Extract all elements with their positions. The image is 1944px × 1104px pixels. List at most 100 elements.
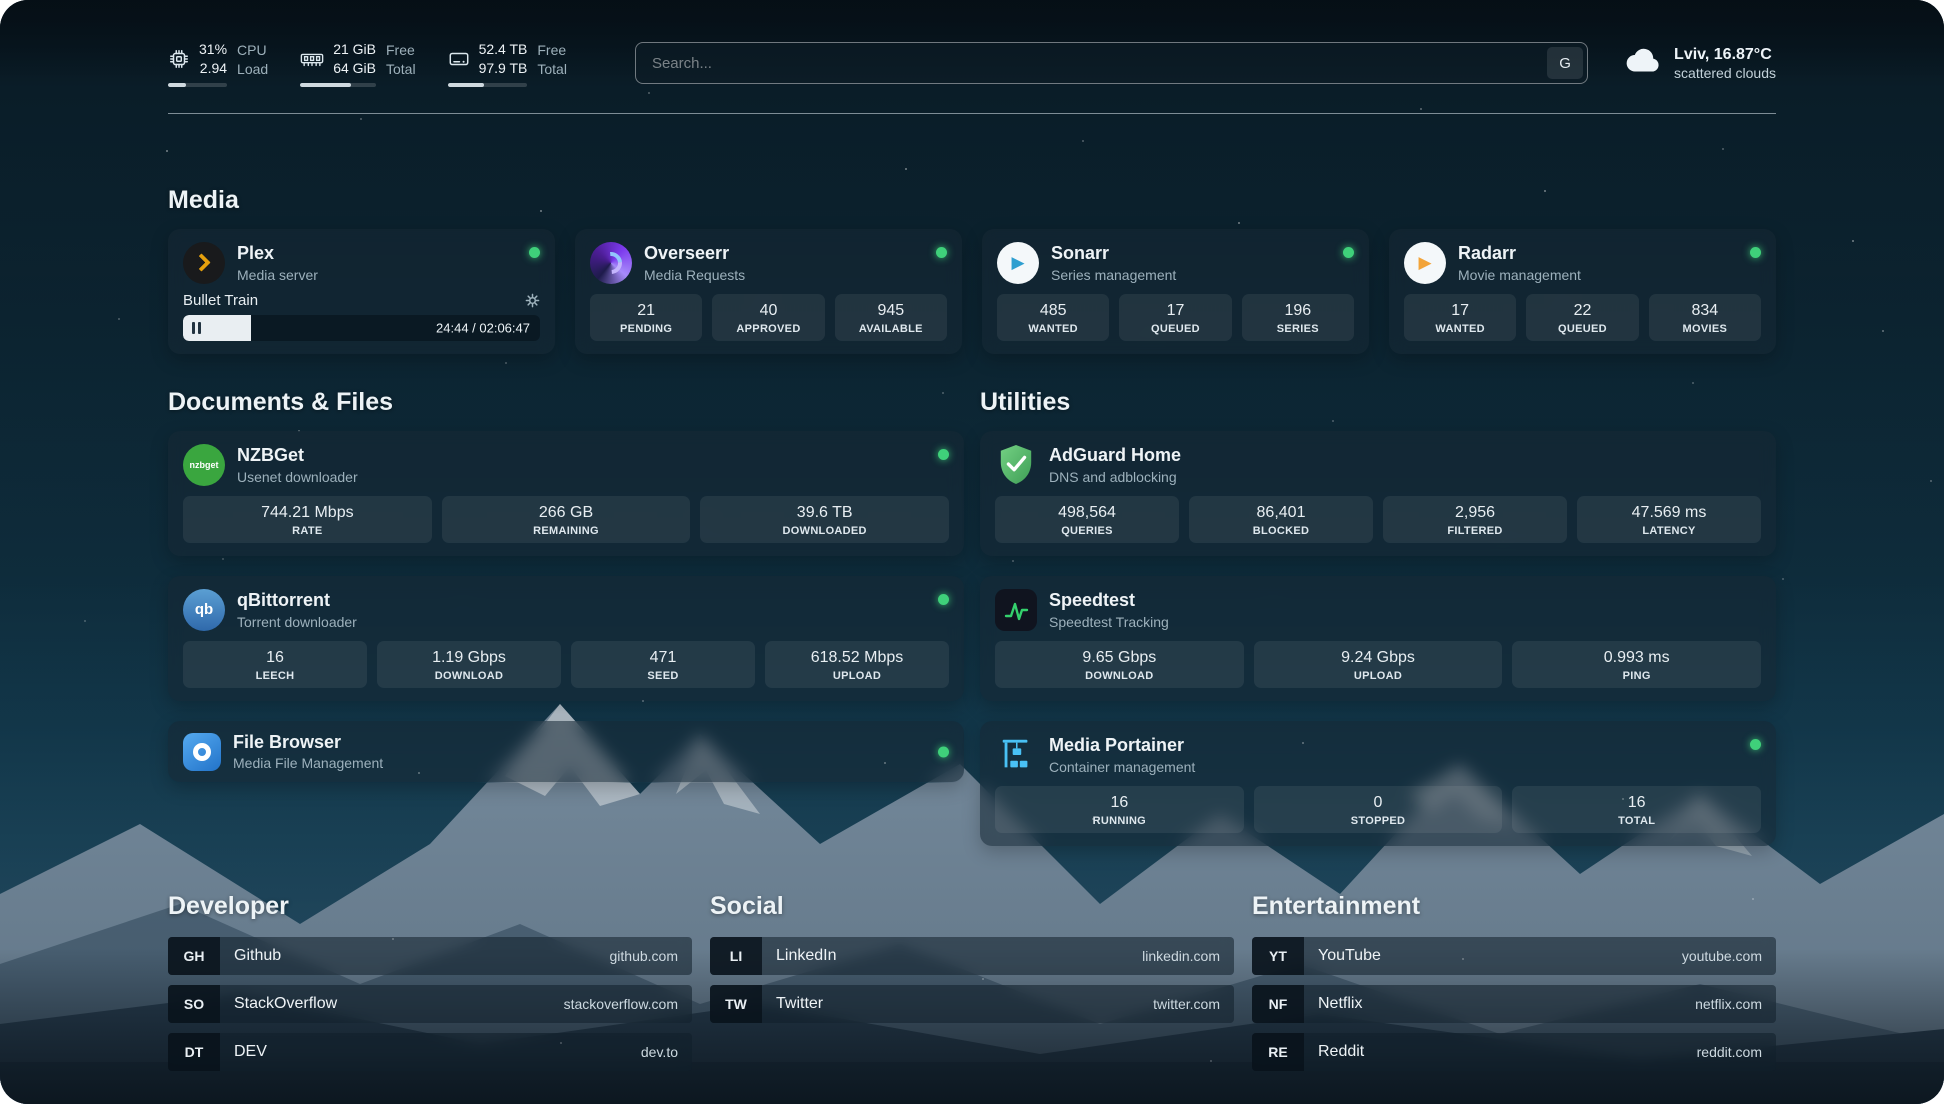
memory-label-top: Free [386, 41, 416, 60]
memory-label-bottom: Total [386, 60, 416, 79]
pause-icon[interactable] [192, 322, 201, 334]
app-card[interactable]: Plex Media server Bullet Train 24:44 / 0… [168, 229, 555, 354]
stat-value: 17 [1408, 301, 1512, 321]
bookmark-rows: LI LinkedIn linkedin.com TW Twitter twit… [710, 937, 1234, 1023]
app-name: File Browser [233, 732, 383, 754]
dashboard-content: 31% 2.94 CPU Load [0, 40, 1944, 1071]
bookmark-row[interactable]: RE Reddit reddit.com [1252, 1033, 1776, 1071]
speedtest-icon [1003, 597, 1029, 623]
stat-label: QUERIES [999, 525, 1175, 537]
status-dot [1750, 739, 1761, 750]
app-card[interactable]: File Browser Media File Management [168, 721, 964, 783]
stat-tile: 945 AVAILABLE [835, 294, 947, 341]
stat-tile: 196 SERIES [1242, 294, 1354, 341]
stat-label: UPLOAD [1258, 670, 1499, 682]
app-description: Movie management [1458, 267, 1581, 283]
bookmark-rows: GH Github github.com SO StackOverflow st… [168, 937, 692, 1071]
topbar-divider [168, 113, 1776, 114]
stat-label: SEED [575, 670, 751, 682]
media-section-title: Media [168, 186, 1776, 215]
bookmark-group: Developer GH Github github.com SO StackO… [168, 892, 692, 1071]
search-engine-button[interactable]: G [1547, 47, 1583, 79]
bookmark-row[interactable]: YT YouTube youtube.com [1252, 937, 1776, 975]
playback-progress-bar[interactable]: 24:44 / 02:06:47 [183, 315, 540, 341]
stat-value: 196 [1246, 301, 1350, 321]
media-section: Media Plex Media server Bullet Train 24:… [168, 186, 1776, 354]
stat-value: 2,956 [1387, 503, 1563, 523]
app-card[interactable]: ▶ Sonarr Series management 485 WANTED 17… [982, 229, 1369, 354]
stat-value: 16 [1516, 793, 1757, 813]
bookmark-group: Social LI LinkedIn linkedin.com TW Twitt… [710, 892, 1234, 1023]
app-card[interactable]: qb qBittorrent Torrent downloader 16 LEE… [168, 576, 964, 701]
app-header: qb qBittorrent Torrent downloader [183, 589, 949, 631]
app-description: Torrent downloader [237, 614, 357, 630]
stat-tile: 2,956 FILTERED [1383, 496, 1567, 543]
bookmark-row[interactable]: GH Github github.com [168, 937, 692, 975]
stat-tile: 485 WANTED [997, 294, 1109, 341]
app-icon [995, 734, 1037, 776]
app-description: DNS and adblocking [1049, 469, 1181, 485]
stat-value: 86,401 [1193, 503, 1369, 523]
stat-tile: 471 SEED [571, 641, 755, 688]
utilities-card-stack: AdGuard Home DNS and adblocking 498,564 … [980, 431, 1776, 846]
bookmark-row[interactable]: SO StackOverflow stackoverflow.com [168, 985, 692, 1023]
stat-label: DOWNLOADED [704, 525, 945, 537]
search-input[interactable] [635, 42, 1588, 84]
stat-label: REMAINING [446, 525, 687, 537]
bookmark-url: netflix.com [1695, 996, 1762, 1012]
stat-tile: 498,564 QUERIES [995, 496, 1179, 543]
app-name: Media Portainer [1049, 735, 1195, 757]
stat-tile: 9.24 Gbps UPLOAD [1254, 641, 1503, 688]
app-header: ▶ Radarr Movie management [1404, 242, 1761, 284]
app-card[interactable]: Media Portainer Container management 16 … [980, 721, 1776, 846]
stat-label: RUNNING [999, 815, 1240, 827]
app-stats: 16 LEECH 1.19 Gbps DOWNLOAD 471 SEED 618… [183, 631, 949, 688]
app-description: Usenet downloader [237, 469, 358, 485]
bookmark-abbr: DT [168, 1033, 220, 1071]
app-icon [995, 589, 1037, 631]
bookmark-row[interactable]: DT DEV dev.to [168, 1033, 692, 1071]
app-description: Media Requests [644, 267, 745, 283]
stat-tile: 0 STOPPED [1254, 786, 1503, 833]
stat-label: LATENCY [1581, 525, 1757, 537]
app-card[interactable]: nzbget NZBGet Usenet downloader 744.21 M… [168, 431, 964, 556]
bookmark-abbr: NF [1252, 985, 1304, 1023]
bookmark-group-title: Social [710, 892, 1234, 921]
stat-label: PING [1516, 670, 1757, 682]
stat-tile: 1.19 Gbps DOWNLOAD [377, 641, 561, 688]
stat-label: WANTED [1408, 323, 1512, 335]
app-card[interactable]: ▶ Radarr Movie management 17 WANTED 22 Q… [1389, 229, 1776, 354]
stat-value: 21 [594, 301, 698, 321]
stat-value: 0.993 ms [1516, 648, 1757, 668]
app-name: Speedtest [1049, 590, 1169, 612]
media-grid: Plex Media server Bullet Train 24:44 / 0… [168, 229, 1776, 354]
app-name: Radarr [1458, 243, 1581, 265]
bookmark-row[interactable]: NF Netflix netflix.com [1252, 985, 1776, 1023]
bookmark-abbr: SO [168, 985, 220, 1023]
overseerr-icon [596, 247, 627, 278]
stat-tile: 39.6 TB DOWNLOADED [700, 496, 949, 543]
filebrowser-icon [193, 743, 211, 761]
stat-value: 40 [716, 301, 820, 321]
app-header: Plex Media server [183, 242, 540, 284]
app-card[interactable]: Speedtest Speedtest Tracking 9.65 Gbps D… [980, 576, 1776, 701]
gear-icon[interactable] [525, 293, 540, 308]
app-header: nzbget NZBGet Usenet downloader [183, 444, 949, 486]
stat-tile: 17 WANTED [1404, 294, 1516, 341]
storage-total-value: 97.9 TB [479, 59, 528, 78]
stat-value: 9.65 Gbps [999, 648, 1240, 668]
stat-tile: 16 TOTAL [1512, 786, 1761, 833]
bookmark-row[interactable]: TW Twitter twitter.com [710, 985, 1234, 1023]
bookmark-url: dev.to [641, 1044, 678, 1060]
app-name: Plex [237, 243, 318, 265]
cpu-load-value: 2.94 [199, 59, 227, 78]
app-card[interactable]: AdGuard Home DNS and adblocking 498,564 … [980, 431, 1776, 556]
bookmark-rows: YT YouTube youtube.com NF Netflix netfli… [1252, 937, 1776, 1071]
stat-tile: 40 APPROVED [712, 294, 824, 341]
stat-label: AVAILABLE [839, 323, 943, 335]
bookmark-row[interactable]: LI LinkedIn linkedin.com [710, 937, 1234, 975]
bookmark-name: Netflix [1318, 995, 1362, 1013]
bookmark-name: DEV [234, 1043, 267, 1061]
app-card[interactable]: Overseerr Media Requests 21 PENDING 40 A… [575, 229, 962, 354]
stat-value: 17 [1123, 301, 1227, 321]
